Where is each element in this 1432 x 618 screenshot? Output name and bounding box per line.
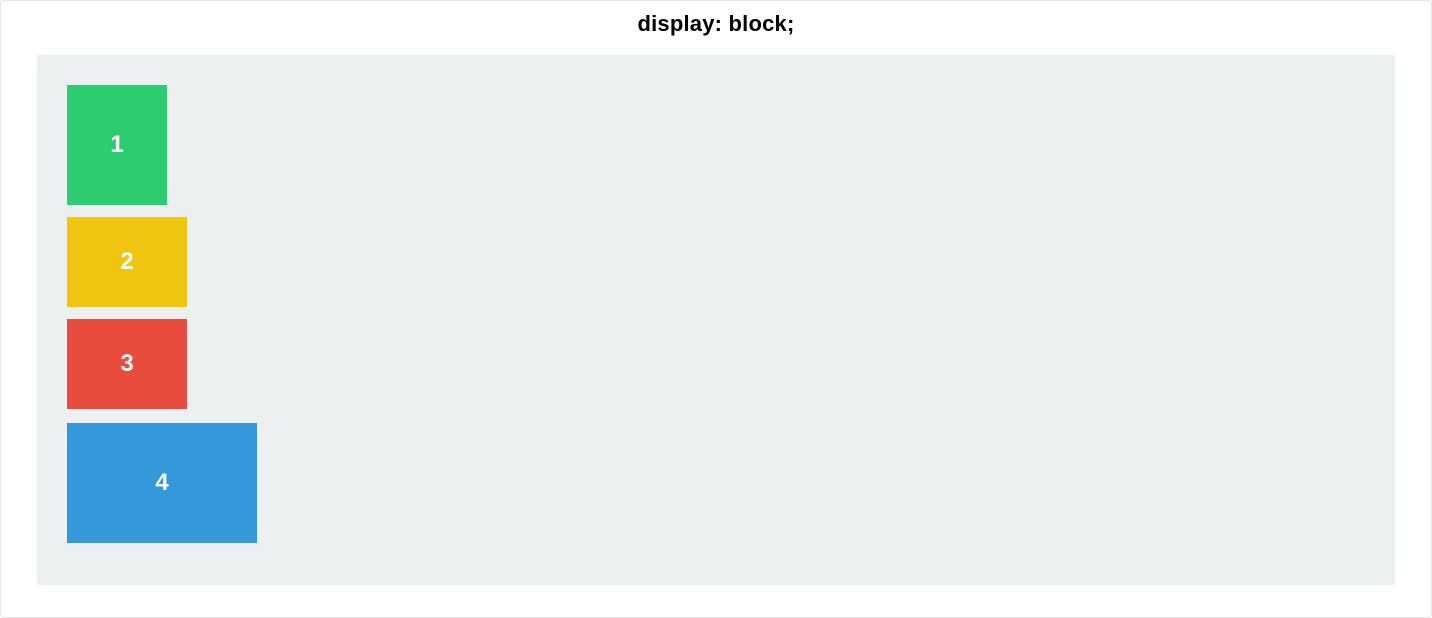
block-box-3: 3 (67, 319, 187, 409)
block-box-4: 4 (67, 423, 257, 543)
diagram-container: display: block; 1 2 3 4 (0, 0, 1432, 618)
block-box-label: 4 (67, 423, 257, 543)
block-box-label: 2 (67, 217, 187, 307)
block-box-1: 1 (67, 85, 167, 205)
block-box-label: 1 (67, 85, 167, 205)
diagram-title: display: block; (1, 11, 1431, 37)
block-box-label: 3 (67, 319, 187, 409)
demo-panel: 1 2 3 4 (37, 55, 1395, 585)
block-box-2: 2 (67, 217, 187, 307)
